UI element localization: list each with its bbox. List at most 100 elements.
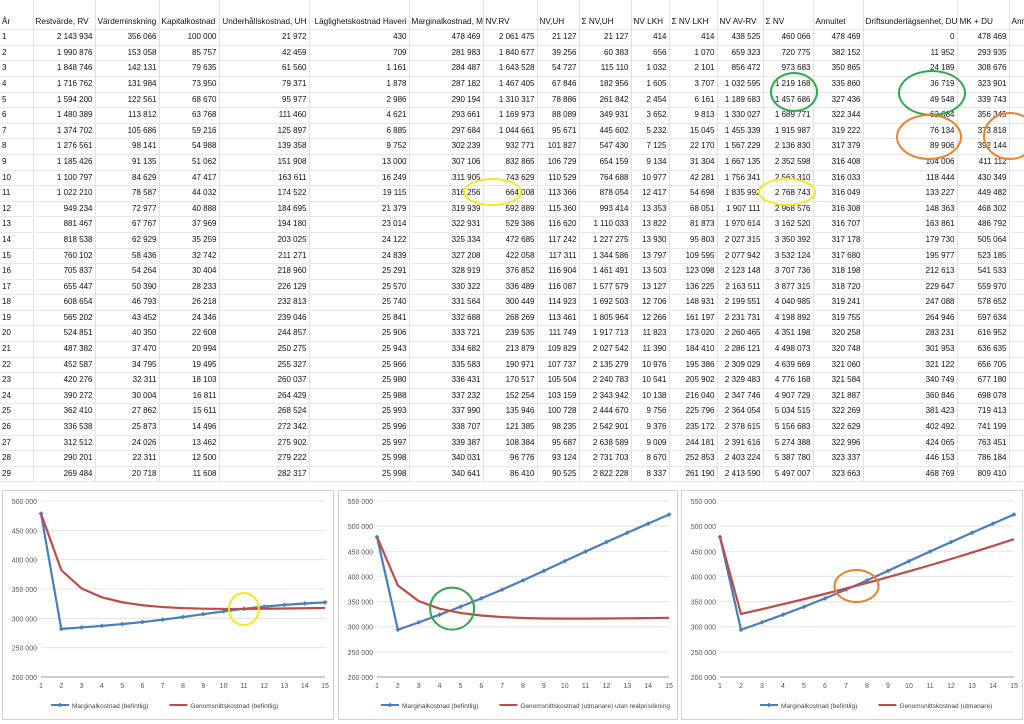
table-cell[interactable]: 709 — [309, 45, 410, 62]
table-cell[interactable]: 993 414 — [579, 201, 632, 218]
table-cell[interactable]: 95 687 — [537, 435, 580, 452]
table-cell[interactable]: 1 110 033 — [579, 216, 632, 233]
table-cell[interactable]: 68 051 — [669, 201, 718, 218]
table-cell[interactable]: 67 846 — [537, 76, 580, 93]
table-cell[interactable]: 763 451 — [957, 435, 1010, 452]
table-cell[interactable]: 25 570 — [309, 279, 410, 296]
table-cell[interactable]: 321 060 — [813, 357, 864, 374]
table-cell[interactable]: 1 032 595 — [717, 76, 764, 93]
table-cell[interactable]: 44 032 — [159, 185, 220, 202]
table-cell[interactable]: 4 198 892 — [763, 310, 814, 327]
table-cell[interactable]: 3 707 736 — [763, 263, 814, 280]
table-cell[interactable]: 7 125 — [631, 138, 670, 155]
table-cell[interactable]: 19 495 — [159, 357, 220, 374]
table-cell[interactable]: 340 031 — [409, 450, 484, 467]
table-cell[interactable]: 28 233 — [159, 279, 220, 296]
table-cell[interactable]: 30 404 — [159, 263, 220, 280]
table-cell[interactable]: 67 767 — [95, 216, 160, 233]
table-cell[interactable]: 117 242 — [537, 232, 580, 249]
table-cell[interactable]: 664 008 — [483, 185, 538, 202]
table-cell[interactable]: 68 670 — [159, 92, 220, 109]
table-cell[interactable]: 250 275 — [219, 341, 310, 358]
table-cell[interactable]: 8 — [0, 138, 34, 155]
table-cell[interactable]: 105 504 — [537, 372, 580, 389]
table-cell[interactable]: 633 483 — [1009, 403, 1024, 421]
table-cell[interactable]: 10 138 — [631, 388, 670, 405]
table-cell[interactable]: 16 249 — [309, 170, 410, 187]
table-cell[interactable]: 31 304 — [669, 154, 718, 171]
table-cell[interactable]: 382 152 — [813, 45, 864, 62]
table-cell[interactable]: 1 — [0, 29, 34, 46]
table-cell[interactable]: 42 281 — [669, 170, 718, 187]
table-cell[interactable]: 578 652 — [957, 294, 1010, 311]
table-cell[interactable]: 2 135 279 — [579, 357, 632, 374]
table-cell[interactable]: 316 049 — [813, 185, 864, 202]
table-cell[interactable]: 109 595 — [669, 248, 718, 265]
table-cell[interactable]: 760 102 — [33, 248, 96, 265]
table-cell[interactable]: 72 977 — [95, 201, 160, 218]
table-cell[interactable]: 25 841 — [309, 310, 410, 327]
table-cell[interactable]: 5 — [0, 92, 34, 109]
table-cell[interactable]: 25 980 — [309, 372, 410, 389]
table-cell[interactable]: 184 695 — [219, 201, 310, 218]
table-cell[interactable]: 244 857 — [219, 325, 310, 343]
table-cell[interactable]: 317 680 — [813, 248, 864, 265]
table-cell[interactable]: 24 839 — [309, 248, 410, 265]
table-cell[interactable]: 21 127 — [579, 29, 632, 46]
table-cell[interactable]: 153 058 — [95, 45, 160, 62]
table-cell[interactable]: 1 161 — [309, 60, 410, 77]
table-cell[interactable]: 13 000 — [309, 154, 410, 171]
table-cell[interactable]: 212 613 — [863, 263, 958, 280]
table-cell[interactable]: 1 692 503 — [579, 294, 632, 311]
column-header[interactable]: Restvärde, RV — [33, 14, 96, 31]
table-cell[interactable]: 487 382 — [33, 341, 96, 358]
table-cell[interactable]: 122 561 — [95, 92, 160, 109]
table-cell[interactable]: 356 345 — [957, 107, 1010, 124]
table-cell[interactable]: 300 449 — [483, 294, 538, 311]
table-cell[interactable]: 316 308 — [813, 201, 864, 218]
table-cell[interactable]: 339 387 — [409, 435, 484, 452]
table-cell[interactable]: 331 564 — [409, 294, 484, 311]
table-cell[interactable]: 290 201 — [33, 450, 96, 467]
table-cell[interactable]: 27 862 — [95, 403, 160, 421]
table-cell[interactable]: 932 771 — [483, 138, 538, 155]
table-cell[interactable]: 719 413 — [957, 403, 1010, 421]
table-cell[interactable]: 2 240 783 — [579, 372, 632, 389]
table-cell[interactable]: 279 222 — [219, 450, 310, 467]
table-cell[interactable]: 1 594 200 — [33, 92, 96, 109]
table-cell[interactable]: 335 583 — [409, 357, 484, 374]
table-cell[interactable]: 11 952 — [863, 45, 958, 62]
table-cell[interactable]: 2 986 — [309, 92, 410, 109]
table-cell[interactable]: 711 330 — [1009, 466, 1024, 482]
table-cell[interactable]: 22 608 — [159, 325, 220, 343]
table-cell[interactable]: 301 953 — [863, 341, 958, 358]
table-cell[interactable]: 205 902 — [669, 372, 718, 389]
table-cell[interactable]: 1 848 746 — [33, 60, 96, 77]
table-cell[interactable]: 173 020 — [669, 325, 718, 343]
table-cell[interactable]: 179 730 — [863, 232, 958, 249]
column-header[interactable]: NV LKH — [631, 14, 670, 31]
table-cell[interactable]: 308 676 — [957, 60, 1010, 77]
table-cell[interactable]: 698 078 — [957, 388, 1010, 405]
table-cell[interactable]: 25 — [0, 403, 34, 421]
table-cell[interactable]: 18 — [0, 294, 34, 311]
table-cell[interactable]: 281 983 — [409, 45, 484, 62]
table-cell[interactable]: 597 634 — [957, 310, 1010, 327]
table-cell[interactable]: 424 065 — [863, 435, 958, 452]
table-cell[interactable]: 2 199 551 — [717, 294, 764, 311]
table-cell[interactable]: 76 134 — [863, 123, 958, 140]
table-cell[interactable]: 184 410 — [669, 341, 718, 358]
table-cell[interactable]: 35 259 — [159, 232, 220, 249]
table-cell[interactable]: 321 584 — [813, 372, 864, 389]
table-cell[interactable]: 218 960 — [219, 263, 310, 280]
table-cell[interactable]: 438 525 — [717, 29, 764, 46]
table-cell[interactable]: 381 423 — [863, 403, 958, 421]
table-cell[interactable]: 659 323 — [717, 45, 764, 62]
table-cell[interactable]: 261 842 — [579, 92, 632, 109]
table-cell[interactable]: 30 004 — [95, 388, 160, 405]
table-cell[interactable]: 1 970 614 — [717, 216, 764, 233]
table-cell[interactable]: 25 291 — [309, 263, 410, 280]
table-cell[interactable]: 1 032 — [631, 60, 670, 77]
table-cell[interactable]: 2 352 598 — [763, 154, 814, 171]
table-cell[interactable]: 654 159 — [579, 154, 632, 171]
